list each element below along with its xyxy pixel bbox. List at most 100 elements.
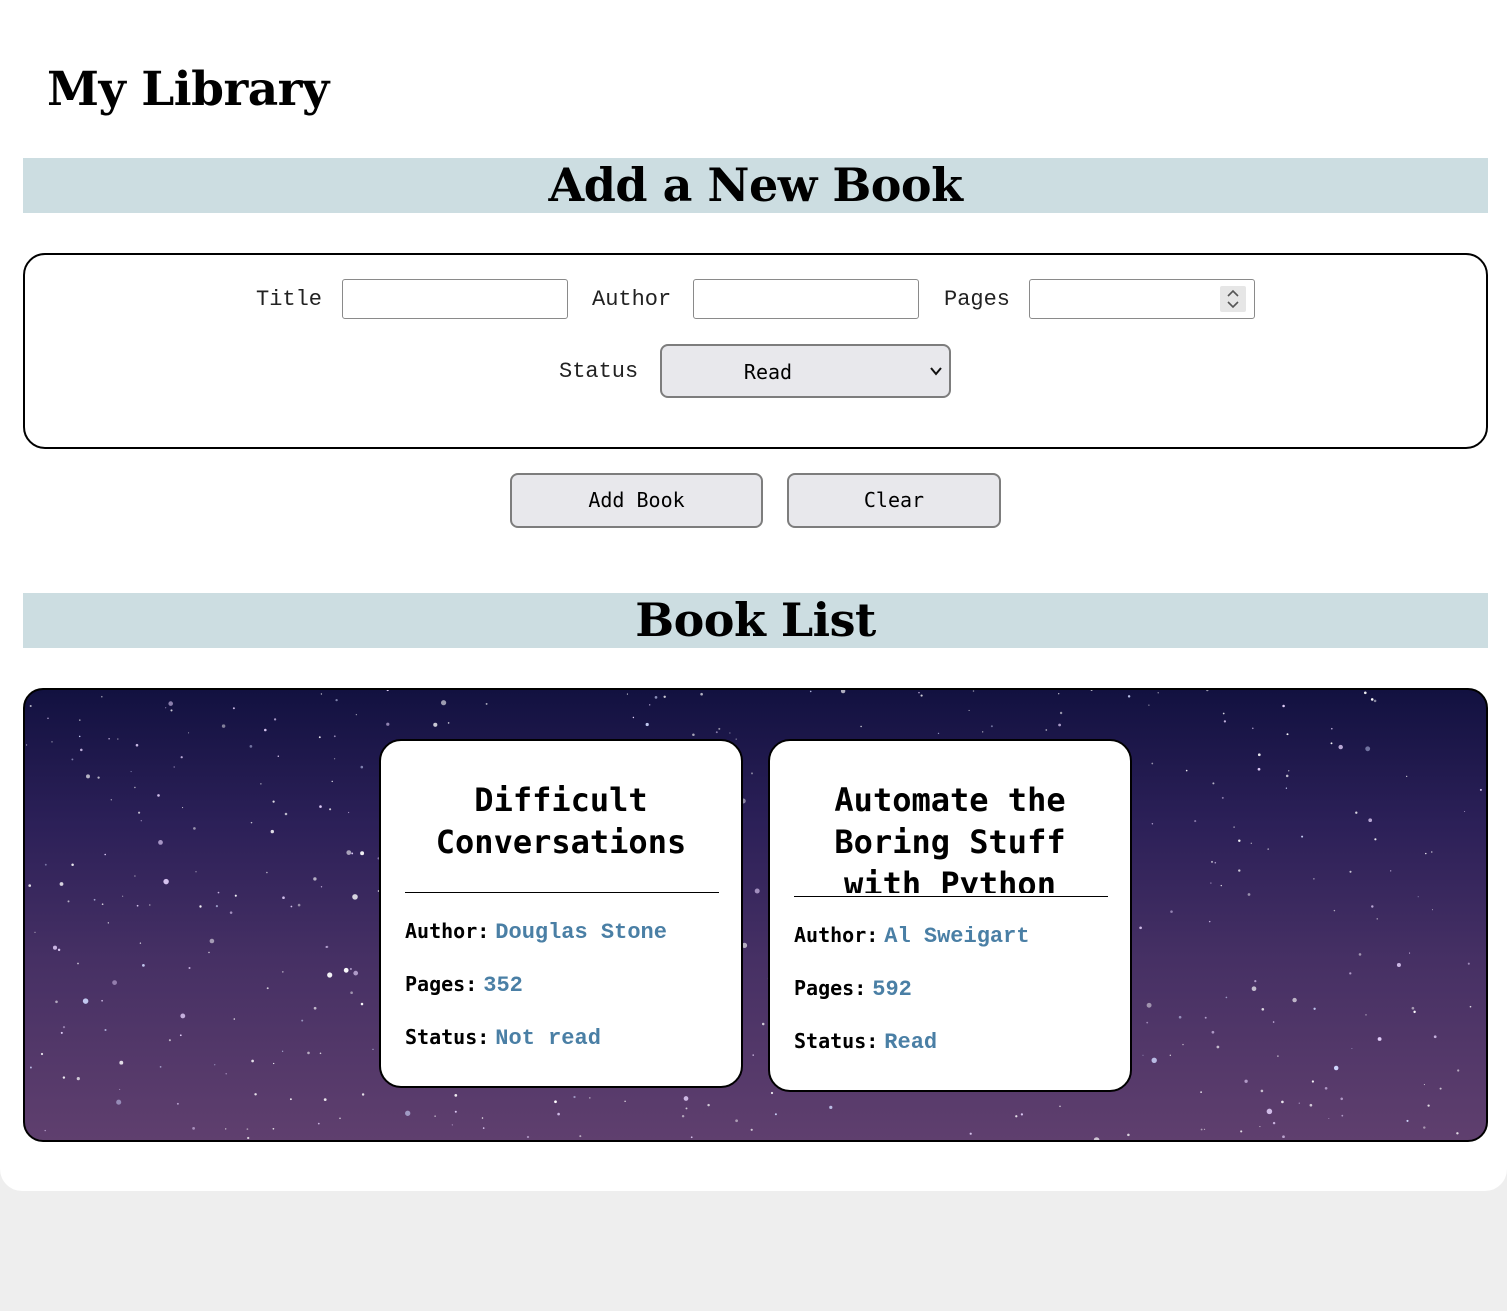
pages-key: Pages: (405, 972, 478, 996)
star (588, 1097, 591, 1099)
star (482, 1127, 485, 1129)
title-input[interactable] (342, 279, 568, 319)
star (1417, 896, 1419, 898)
star (761, 1022, 765, 1026)
star (1222, 712, 1225, 715)
star (79, 719, 81, 721)
star (254, 1093, 257, 1096)
star (860, 725, 862, 728)
star (1313, 1007, 1316, 1010)
star (1349, 972, 1352, 975)
star (318, 736, 321, 739)
star (1331, 727, 1333, 730)
star (1413, 1010, 1416, 1014)
star (40, 1052, 44, 1056)
star (1433, 1035, 1437, 1039)
star (554, 1100, 557, 1104)
star (700, 692, 703, 696)
star (447, 722, 450, 724)
star (451, 1124, 453, 1126)
star (266, 987, 269, 990)
star (182, 807, 184, 809)
star (333, 735, 336, 738)
clear-button[interactable]: Clear (787, 473, 1001, 528)
star (481, 1117, 484, 1119)
star (752, 1054, 754, 1056)
star (1266, 1108, 1273, 1115)
star (71, 863, 74, 867)
star (360, 851, 365, 856)
book-pages-row: Pages: 352 (405, 970, 523, 1001)
star (51, 741, 53, 743)
star (1355, 811, 1358, 814)
star (1281, 1100, 1284, 1104)
star (829, 1105, 833, 1110)
star (273, 1062, 275, 1065)
star (119, 1088, 121, 1090)
star (139, 942, 142, 944)
star (1200, 1091, 1202, 1093)
star (301, 1019, 304, 1022)
star (1340, 1097, 1343, 1101)
star (229, 911, 233, 914)
star (180, 756, 183, 759)
star (937, 732, 940, 735)
star (60, 1031, 63, 1034)
star (632, 716, 635, 719)
star (138, 811, 141, 814)
status-select[interactable]: Read (660, 344, 951, 398)
star (579, 1135, 582, 1138)
star (485, 702, 488, 705)
star (350, 991, 353, 995)
spinner-icon[interactable] (1220, 286, 1246, 312)
star (313, 1006, 317, 1010)
star (1240, 1130, 1243, 1133)
pages-input[interactable] (1029, 279, 1255, 319)
star (339, 1117, 341, 1120)
star (1396, 962, 1401, 968)
star (170, 709, 173, 712)
star (44, 1129, 46, 1132)
star (1185, 769, 1188, 772)
star (52, 945, 58, 950)
star (440, 700, 447, 706)
star (361, 1093, 365, 1096)
star (1223, 720, 1227, 723)
star (78, 735, 81, 738)
star (1257, 753, 1261, 757)
star (1457, 1069, 1460, 1072)
book-title: Automate the Boring Stuff with Python (834, 781, 1066, 893)
star (1456, 1132, 1459, 1135)
star (1151, 823, 1154, 825)
status-value: Not read (495, 1026, 601, 1051)
star (323, 1098, 327, 1101)
star (1272, 1021, 1275, 1023)
star (1216, 1045, 1220, 1049)
star (1439, 1087, 1442, 1090)
star (59, 882, 64, 886)
author-key: Author: (405, 919, 490, 943)
star (715, 731, 718, 734)
star (110, 799, 112, 801)
star (157, 794, 160, 797)
starfield-background (26, 690, 1482, 1140)
star (331, 780, 333, 783)
star (990, 725, 993, 728)
star (1211, 860, 1213, 863)
star (1020, 1113, 1024, 1116)
star (770, 1091, 774, 1095)
status-key: Status: (405, 1025, 490, 1049)
star (1257, 767, 1261, 771)
star (718, 727, 721, 730)
star (1411, 1006, 1415, 1010)
author-input[interactable] (693, 279, 919, 319)
star (76, 1077, 80, 1081)
star (1467, 962, 1470, 965)
chevron-down-icon (929, 364, 943, 383)
add-book-button[interactable]: Add Book (510, 473, 763, 528)
star (179, 1034, 182, 1037)
star (840, 690, 846, 694)
status-select-value: Read (743, 360, 793, 384)
star (246, 1128, 249, 1130)
star (97, 776, 100, 779)
